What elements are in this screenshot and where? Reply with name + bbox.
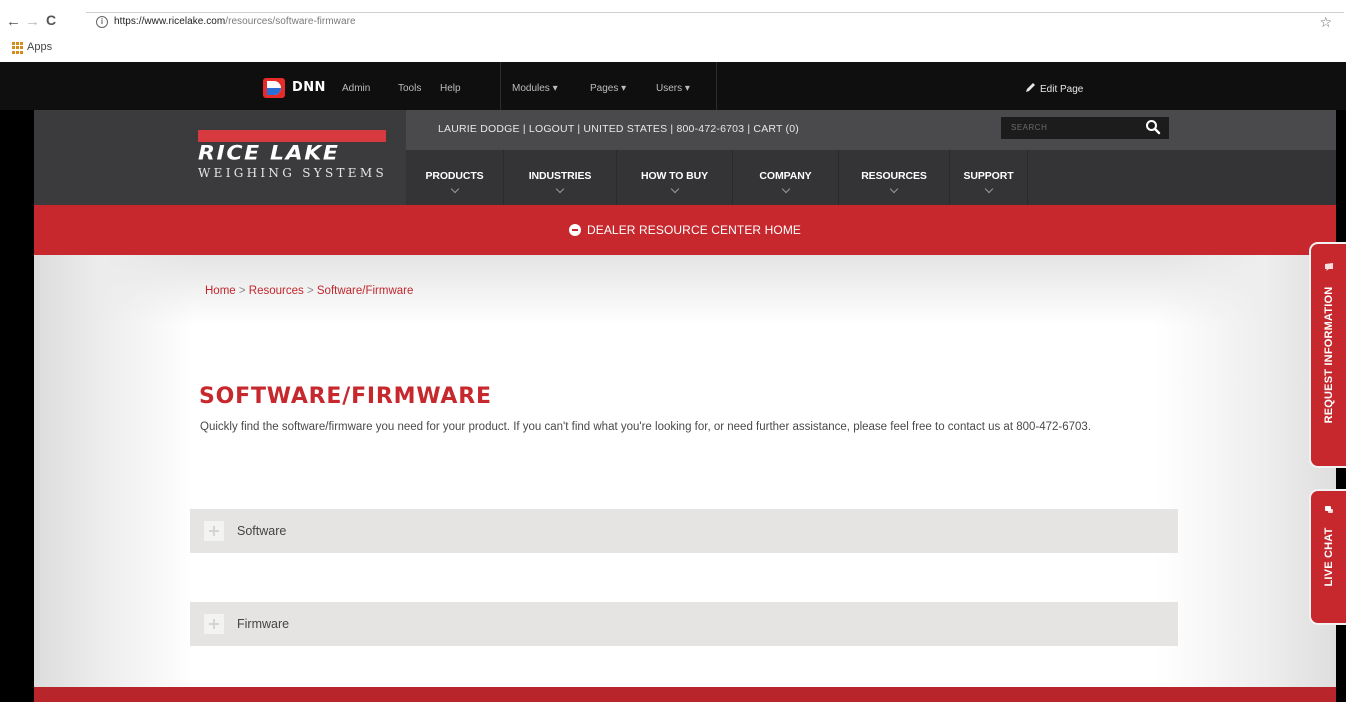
site-search-input[interactable]: SEARCH — [1001, 117, 1169, 139]
firmware-accordion[interactable]: Firmware — [190, 602, 1178, 646]
chevron-down-icon — [670, 184, 679, 194]
software-accordion-label: Software — [237, 524, 287, 538]
dnn-help-link[interactable]: Help — [440, 83, 461, 94]
dnn-users-menu[interactable]: Users ▾ — [656, 83, 690, 94]
edit-page-button[interactable]: Edit Page — [1024, 82, 1083, 95]
plus-icon[interactable] — [204, 521, 224, 541]
nav-support[interactable]: SUPPORT — [950, 150, 1028, 205]
forward-arrow-icon[interactable]: → — [25, 14, 40, 29]
nav-industries-label: INDUSTRIES — [528, 170, 592, 182]
nav-products-label: PRODUCTS — [425, 170, 484, 182]
bookmarks-bar: Apps — [0, 36, 1346, 62]
main-navigation: PRODUCTS INDUSTRIES HOW TO BUY COMPANY R… — [406, 150, 1336, 205]
breadcrumb-resources[interactable]: Resources — [249, 285, 304, 297]
breadcrumb-current: Software/Firmware — [316, 285, 414, 297]
bookmark-star-icon[interactable]: ☆ — [1319, 14, 1332, 31]
breadcrumb-home[interactable]: Home — [205, 285, 236, 297]
chevron-down-icon — [781, 184, 790, 194]
url-text: https://www.ricelake.com/resources/softw… — [114, 16, 356, 27]
nav-resources[interactable]: RESOURCES — [839, 150, 950, 205]
breadcrumb: Home > Resources > Software/Firmware — [205, 285, 413, 297]
info-icon[interactable]: i — [96, 16, 108, 28]
nav-how-to-buy-label: HOW TO BUY — [640, 170, 709, 182]
dnn-tools-link[interactable]: Tools — [398, 83, 421, 94]
intro-text: Quickly find the software/firmware you n… — [200, 421, 1092, 433]
logo-tagline: WEIGHING SYSTEMS — [198, 166, 387, 180]
utility-bar: LAURIE DODGE | LOGOUT | UNITED STATES | … — [406, 110, 1336, 150]
plus-icon[interactable] — [204, 614, 224, 634]
firmware-accordion-label: Firmware — [237, 617, 290, 631]
request-information-tab[interactable]: REQUEST INFORMATION — [1309, 242, 1346, 468]
search-placeholder: SEARCH — [1011, 123, 1048, 132]
utility-links[interactable]: LAURIE DODGE | LOGOUT | UNITED STATES | … — [438, 123, 799, 135]
nav-products[interactable]: PRODUCTS — [406, 150, 504, 205]
background-texture — [34, 255, 194, 687]
breadcrumb-separator: > — [235, 285, 249, 297]
info-request-icon — [1325, 263, 1333, 271]
logo-wordmark: RICE LAKE — [198, 143, 340, 165]
dealer-resource-link[interactable]: DEALER RESOURCE CENTER HOME — [34, 205, 1336, 255]
reload-icon[interactable]: C — [46, 13, 56, 27]
request-information-label: REQUEST INFORMATION — [1322, 286, 1335, 424]
chat-bubble-icon — [1325, 506, 1333, 513]
dnn-control-bar: DNN Admin Tools Help Modules ▾ Pages ▾ U… — [0, 62, 1346, 110]
nav-support-label: SUPPORT — [963, 170, 1014, 182]
nav-company-label: COMPANY — [759, 170, 812, 182]
dnn-logo-icon[interactable] — [263, 78, 285, 98]
dnn-wordmark: DNN — [292, 80, 326, 95]
live-chat-label: LIVE CHAT — [1322, 527, 1335, 587]
page-title: SOFTWARE/FIRMWARE — [199, 384, 492, 409]
main-content: Home > Resources > Software/Firmware SOF… — [34, 255, 1336, 687]
dnn-divider — [716, 62, 717, 110]
dnn-modules-menu[interactable]: Modules ▾ — [512, 83, 558, 94]
minus-circle-icon — [568, 224, 581, 236]
live-chat-tab[interactable]: LIVE CHAT — [1309, 489, 1346, 625]
software-accordion[interactable]: Software — [190, 509, 1178, 553]
url-host: https://www.ricelake.com — [114, 16, 226, 27]
nav-how-to-buy[interactable]: HOW TO BUY — [617, 150, 733, 205]
breadcrumb-separator: > — [303, 285, 317, 297]
chevron-down-icon — [555, 184, 565, 194]
back-arrow-icon[interactable]: ← — [6, 14, 21, 29]
dealer-resource-label: DEALER RESOURCE CENTER HOME — [586, 223, 802, 237]
dnn-pages-menu[interactable]: Pages ▾ — [590, 83, 626, 94]
apps-grid-icon[interactable] — [12, 42, 24, 54]
chevron-down-icon — [984, 184, 993, 194]
apps-bookmark[interactable]: Apps — [27, 41, 52, 53]
logo-red-bar — [198, 130, 386, 142]
browser-toolbar: ← → C i https://www.ricelake.com/resourc… — [0, 0, 1346, 62]
chevron-down-icon — [889, 184, 899, 194]
nav-resources-label: RESOURCES — [861, 170, 927, 182]
search-icon[interactable] — [1145, 119, 1161, 135]
dnn-admin-link[interactable]: Admin — [342, 83, 370, 94]
dealer-resource-bar: DEALER RESOURCE CENTER HOME — [34, 205, 1336, 255]
chevron-down-icon — [450, 184, 459, 194]
edit-page-label: Edit Page — [1040, 84, 1084, 95]
pencil-icon — [1026, 83, 1035, 92]
nav-company[interactable]: COMPANY — [733, 150, 839, 205]
nav-industries[interactable]: INDUSTRIES — [504, 150, 617, 205]
url-path: /resources/software-firmware — [225, 16, 356, 27]
rice-lake-logo[interactable]: RICE LAKE WEIGHING SYSTEMS — [34, 110, 406, 205]
footer-red-band — [34, 687, 1336, 702]
address-bar[interactable]: i https://www.ricelake.com/resources/sof… — [86, 12, 1344, 34]
dnn-divider — [500, 62, 501, 110]
